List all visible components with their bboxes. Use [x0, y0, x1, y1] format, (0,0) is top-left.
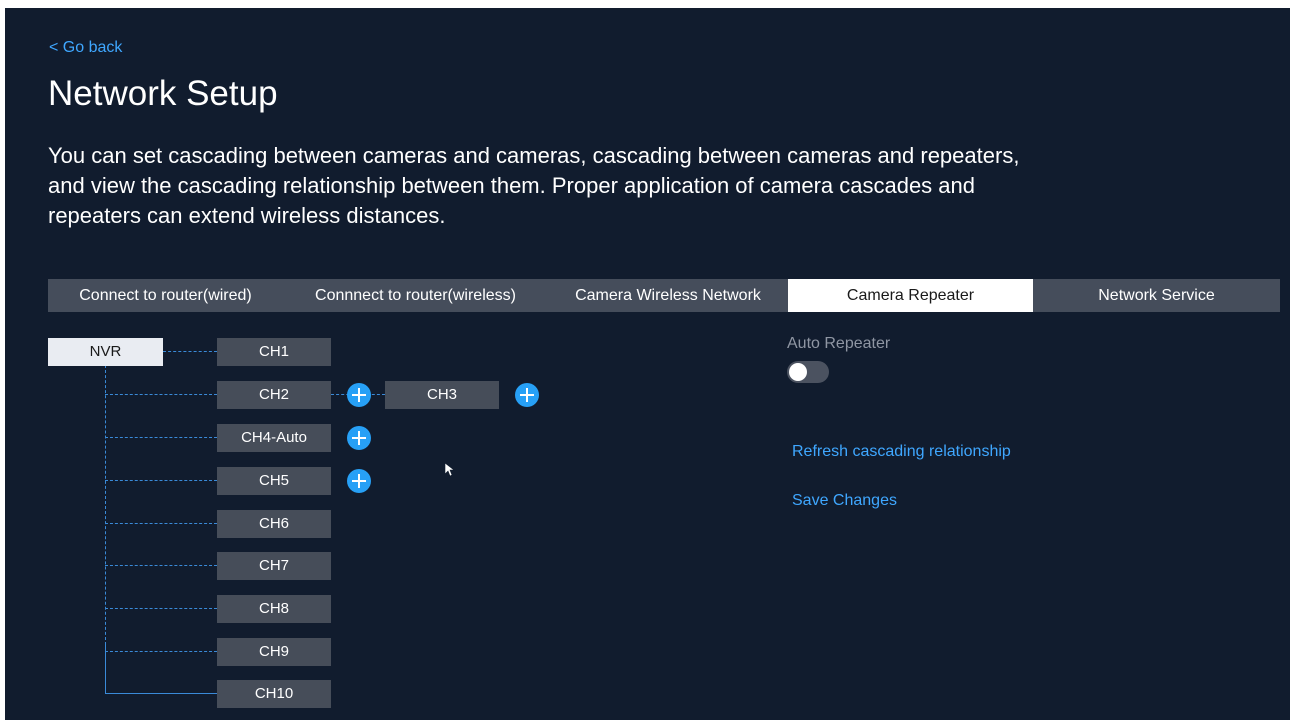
save-changes-link[interactable]: Save Changes	[792, 492, 897, 510]
add-cascade-ch2-icon[interactable]	[347, 383, 371, 407]
channel-node-ch9[interactable]: CH9	[217, 638, 331, 666]
connector-ch8	[105, 608, 217, 609]
channel-node-ch8[interactable]: CH8	[217, 595, 331, 623]
channel-node-ch3[interactable]: CH3	[385, 381, 499, 409]
channel-node-ch2[interactable]: CH2	[217, 381, 331, 409]
channel-node-ch6[interactable]: CH6	[217, 510, 331, 538]
toggle-knob	[789, 363, 807, 381]
tab-camera-wireless-network[interactable]: Camera Wireless Network	[548, 279, 788, 312]
nvr-node[interactable]: NVR	[48, 338, 163, 366]
connector-nvr-ch1	[163, 351, 217, 352]
add-cascade-ch4-icon[interactable]	[347, 426, 371, 450]
page-title: Network Setup	[48, 74, 278, 113]
connector-ch9	[105, 651, 217, 652]
connector-ch7	[105, 565, 217, 566]
tab-bar: Connect to router(wired) Connnect to rou…	[48, 279, 1280, 312]
connector-ch6	[105, 523, 217, 524]
add-cascade-ch5-icon[interactable]	[347, 469, 371, 493]
channel-node-ch10[interactable]: CH10	[217, 680, 331, 708]
auto-repeater-toggle[interactable]	[787, 361, 829, 383]
auto-repeater-label: Auto Repeater	[787, 335, 891, 352]
connector-trunk-end	[105, 645, 106, 693]
connector-ch4	[105, 437, 217, 438]
connector-trunk	[105, 365, 106, 645]
connector-ch10	[105, 693, 217, 694]
mouse-cursor-icon	[445, 463, 455, 477]
tab-network-service[interactable]: Network Service	[1033, 279, 1280, 312]
channel-node-ch5[interactable]: CH5	[217, 467, 331, 495]
tab-connect-router-wireless[interactable]: Connnect to router(wireless)	[283, 279, 548, 312]
connector-ch5	[105, 480, 217, 481]
channel-node-ch7[interactable]: CH7	[217, 552, 331, 580]
channel-node-ch4-auto[interactable]: CH4-Auto	[217, 424, 331, 452]
connector-ch2	[105, 394, 217, 395]
channel-node-ch1[interactable]: CH1	[217, 338, 331, 366]
go-back-link[interactable]: < Go back	[49, 39, 122, 57]
page-description: You can set cascading between cameras an…	[48, 143, 1020, 228]
tab-camera-repeater[interactable]: Camera Repeater	[788, 279, 1033, 312]
network-setup-screen: < Go back Network Setup You can set casc…	[5, 8, 1290, 720]
tab-connect-router-wired[interactable]: Connect to router(wired)	[48, 279, 283, 312]
refresh-cascading-link[interactable]: Refresh cascading relationship	[792, 443, 1011, 461]
add-cascade-ch3-icon[interactable]	[515, 383, 539, 407]
